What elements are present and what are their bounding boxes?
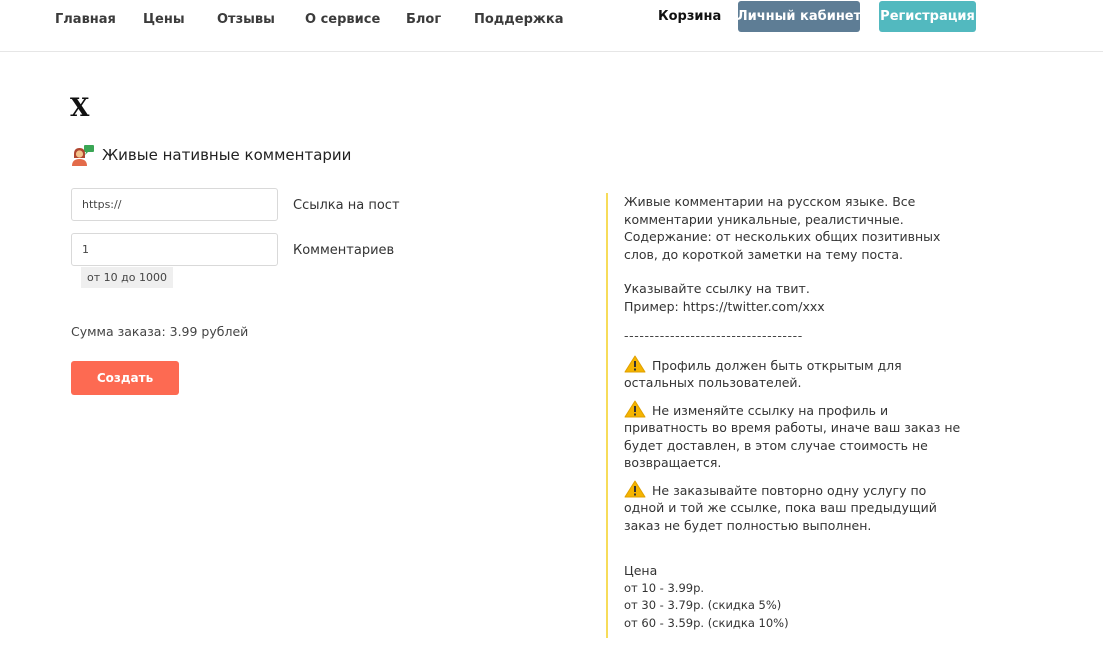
- instruction-example: Пример: https://twitter.com/xxx: [624, 298, 825, 314]
- post-url-input[interactable]: [71, 188, 278, 221]
- nav-link-home[interactable]: Главная: [55, 12, 116, 28]
- price-title: Цена: [624, 563, 658, 578]
- warning-text: Не изменяйте ссылку на профиль и приватн…: [624, 402, 961, 471]
- personal-cabinet-button[interactable]: Личный кабинет: [737, 1, 861, 32]
- instruction-line: Указывайте ссылку на твит.: [624, 281, 810, 296]
- price-tier: от 10 - 3.99р.: [624, 580, 705, 595]
- nav-link-reviews[interactable]: Отзывы: [217, 12, 275, 28]
- warning-item: Не заказывайте повторно одну услугу по о…: [624, 480, 969, 535]
- price-list: Цена от 10 - 3.99р. от 30 - 3.79р. (скид…: [624, 562, 969, 632]
- top-navigation: Главная Цены Отзывы О сервисе Блог Подде…: [0, 0, 1103, 52]
- separator-line: -----------------------------------: [624, 328, 803, 343]
- warning-icon: [624, 480, 646, 497]
- service-info-panel: Живые комментарии на русском языке. Все …: [624, 193, 969, 632]
- cart-link[interactable]: Корзина: [658, 9, 721, 25]
- link-instruction: Указывайте ссылку на твит. Пример: https…: [624, 280, 969, 315]
- price-tier: от 60 - 3.59р. (скидка 10%): [624, 615, 789, 630]
- warning-text: Профиль должен быть открытым для остальн…: [624, 357, 902, 391]
- warning-icon: [624, 355, 646, 372]
- nav-link-prices[interactable]: Цены: [143, 12, 185, 28]
- person-speech-bubble-icon: [72, 145, 94, 166]
- warning-text: Не заказывайте повторно одну услугу по о…: [624, 482, 937, 533]
- price-tier: от 30 - 3.79р. (скидка 5%): [624, 598, 782, 612]
- count-range-hint: от 10 до 1000: [81, 267, 173, 288]
- nav-link-blog[interactable]: Блог: [406, 12, 441, 28]
- warning-icon: [624, 400, 646, 417]
- service-title: Живые нативные комментарии: [71, 144, 351, 166]
- nav-link-support[interactable]: Поддержка: [474, 12, 563, 28]
- service-description: Живые комментарии на русском языке. Все …: [624, 194, 941, 262]
- service-title-text: Живые нативные комментарии: [102, 146, 352, 164]
- nav-link-about[interactable]: О сервисе: [305, 12, 380, 28]
- order-total: Сумма заказа: 3.99 рублей: [71, 324, 249, 339]
- warning-item: Не изменяйте ссылку на профиль и приватн…: [624, 400, 969, 472]
- comments-count-input[interactable]: [71, 233, 278, 266]
- comments-count-label: Комментариев: [293, 243, 395, 258]
- page-title: X: [70, 93, 90, 122]
- register-button[interactable]: Регистрация: [879, 1, 976, 32]
- create-order-button[interactable]: Создать: [71, 361, 179, 395]
- warning-item: Профиль должен быть открытым для остальн…: [624, 355, 969, 392]
- info-divider: [606, 193, 608, 638]
- post-url-label: Ссылка на пост: [293, 198, 400, 213]
